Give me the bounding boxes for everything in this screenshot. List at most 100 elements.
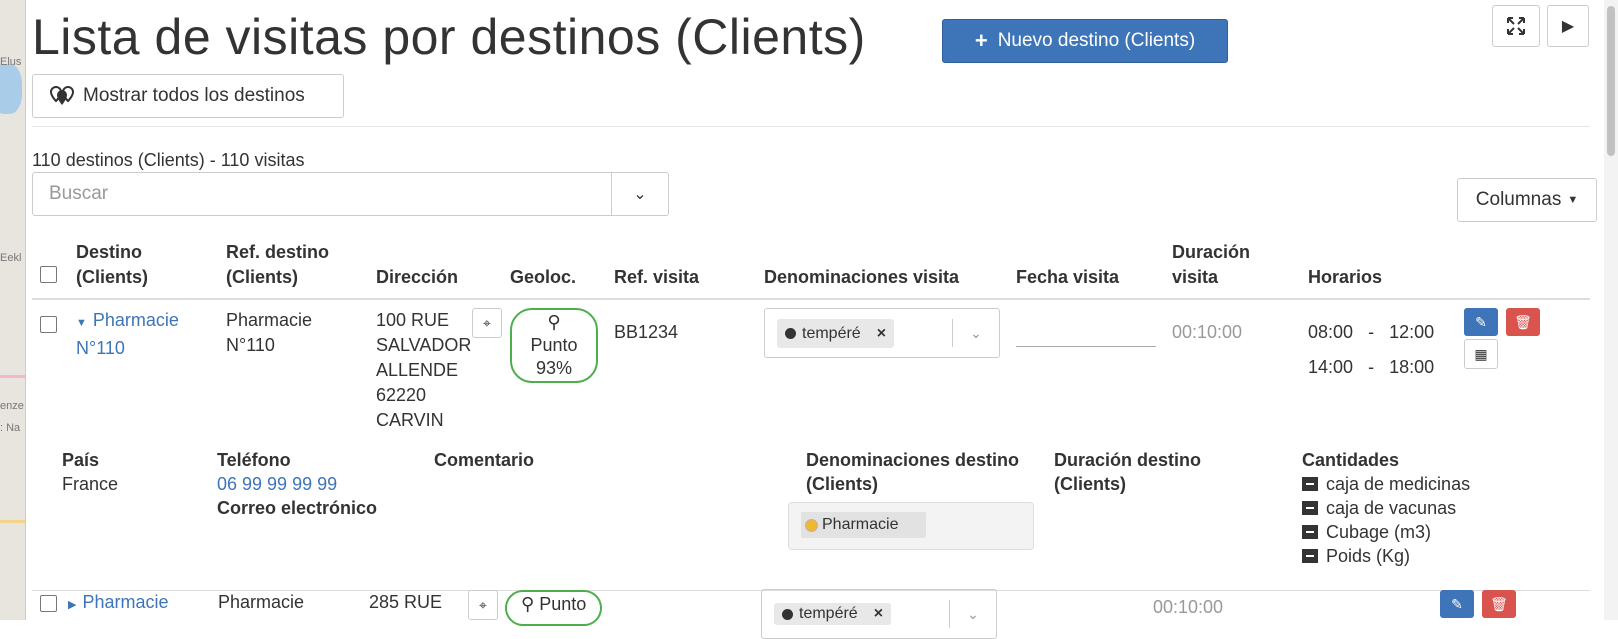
geoloc-percent: 93% xyxy=(535,358,573,378)
search-input[interactable] xyxy=(33,173,611,215)
address-cell: 100 RUE SALVADOR ALLENDE 62220 CARVIN ⌖ xyxy=(368,299,502,441)
map-label: Elus xyxy=(0,56,22,68)
new-destination-label: Nuevo destino (Clients) xyxy=(997,30,1196,51)
search-dropdown-toggle[interactable]: ⌄ xyxy=(611,173,668,215)
row-checkbox[interactable] xyxy=(40,595,57,612)
email-label: Correo electrónico xyxy=(217,498,378,518)
edit-button[interactable]: ✎ xyxy=(1440,590,1474,618)
locate-button[interactable]: ⌖ xyxy=(468,590,498,620)
show-all-label: Mostrar todos los destinos xyxy=(83,85,305,106)
visit-tags-select[interactable]: tempéré × ⌄ xyxy=(761,589,997,639)
show-all-destinations-button[interactable]: Mostrar todos los destinos xyxy=(32,74,344,118)
box-icon xyxy=(1302,477,1318,491)
geoloc-cell: ⚲ Punto 93% xyxy=(502,299,606,441)
geoloc-badge[interactable]: ⚲ Punto xyxy=(505,590,603,626)
fullscreen-button[interactable] xyxy=(1492,5,1540,47)
caret-down-icon: ▼ xyxy=(1567,194,1579,206)
visit-tags-select[interactable]: tempéré × ⌄ xyxy=(764,308,1000,358)
new-destination-button[interactable]: + Nuevo destino (Clients) xyxy=(942,19,1228,63)
destination-name: Pharmacie xyxy=(82,592,169,612)
destination-tag-chip: Pharmacie xyxy=(801,512,927,538)
schedule-end: 12:00 xyxy=(1389,322,1435,342)
destination-ref-cell: Pharmacie N°110 xyxy=(226,310,313,355)
quantities-block: Cantidades caja de medicinas caja de vac… xyxy=(1302,448,1470,568)
schedule-separator: - xyxy=(1368,357,1375,377)
quantity-label: caja de vacunas xyxy=(1326,498,1457,518)
header-visit-tags[interactable]: Denominaciones visita xyxy=(756,238,1008,300)
destination-link[interactable]: ▼ Pharmacie N°110 xyxy=(76,310,179,358)
destination-name: Pharmacie N°110 xyxy=(76,310,179,358)
results-summary: 110 destinos (Clients) - 110 visitas xyxy=(32,150,305,170)
actions-cell: ✎ 🗑 ▦ xyxy=(1456,299,1590,441)
header-actions xyxy=(1456,238,1590,300)
tag-color-dot xyxy=(782,608,793,620)
visit-duration: 00:10:00 xyxy=(1153,597,1224,617)
schedule-slot: 14:00 - 18:00 xyxy=(1308,355,1448,380)
header-visit-date[interactable]: Fecha visita xyxy=(1008,238,1164,300)
visit-tags-cell: tempéré × ⌄ xyxy=(756,299,1008,441)
scrollbar-thumb[interactable] xyxy=(1607,6,1615,156)
tag-chip: tempéré × xyxy=(774,603,892,625)
header-visit-duration[interactable]: Duración visita xyxy=(1164,238,1300,300)
destination-details: País France Teléfono 06 99 99 99 99 Corr… xyxy=(32,440,1590,590)
visit-date-cell xyxy=(1008,299,1164,441)
header-visit-ref[interactable]: Ref. visita xyxy=(606,238,756,300)
edit-button[interactable]: ✎ xyxy=(1464,308,1498,336)
box-icon xyxy=(1302,525,1318,539)
map-markers-icon xyxy=(49,86,75,105)
columns-button[interactable]: Columnas ▼ xyxy=(1457,178,1597,222)
delete-button[interactable]: 🗑 xyxy=(1506,308,1540,336)
geoloc-badge[interactable]: ⚲ Punto 93% xyxy=(510,308,598,383)
map-road xyxy=(0,375,25,378)
quantity-item: Poids (Kg) xyxy=(1302,544,1470,568)
row-checkbox[interactable] xyxy=(40,316,57,333)
schedules-cell: 08:00 - 12:00 14:00 - 18:00 xyxy=(1300,299,1456,441)
chevron-down-icon: ⌄ xyxy=(633,186,647,203)
page-scrollbar[interactable] xyxy=(1604,0,1618,620)
header-destination[interactable]: Destino (Clients) xyxy=(68,238,218,300)
comment-block: Comentario xyxy=(434,448,534,472)
box-icon xyxy=(1302,501,1318,515)
map-pin-icon: ⚲ xyxy=(521,594,535,614)
country-label: País xyxy=(62,450,100,470)
edit-icon: ✎ xyxy=(1451,595,1463,612)
country-block: País France xyxy=(62,448,118,496)
chevron-down-icon[interactable]: ⌄ xyxy=(953,321,999,346)
schedule-separator: - xyxy=(1368,322,1375,342)
header-geoloc[interactable]: Geoloc. xyxy=(502,238,606,300)
destination-tags-block: Denominaciones destino (Clients) Pharmac… xyxy=(788,448,1046,550)
calendar-button[interactable]: ▦ xyxy=(1464,339,1498,369)
locate-button[interactable]: ⌖ xyxy=(472,308,502,338)
tag-color-dot xyxy=(805,518,818,532)
address-line: 100 RUE xyxy=(376,310,450,330)
trash-icon: 🗑 xyxy=(1490,595,1508,612)
map-lake xyxy=(0,64,22,114)
map-strip[interactable]: Elus Eekl enze : Na xyxy=(0,0,26,620)
header-address[interactable]: Dirección xyxy=(368,238,502,300)
destination-cell: ▼ Pharmacie N°110 xyxy=(68,299,218,441)
edit-icon: ✎ xyxy=(1475,313,1487,330)
visit-date-input[interactable] xyxy=(1016,308,1156,347)
collapse-panel-button[interactable]: ▶ xyxy=(1547,5,1589,47)
visit-ref: BB1234 xyxy=(614,322,679,342)
tag-chip: tempéré × xyxy=(777,318,895,348)
remove-tag-icon[interactable]: × xyxy=(874,605,883,623)
visit-duration: 00:10:00 xyxy=(1172,322,1243,342)
phone-link[interactable]: 06 99 99 99 99 xyxy=(217,474,337,494)
calendar-icon: ▦ xyxy=(1474,345,1488,362)
delete-button[interactable]: 🗑 xyxy=(1482,590,1516,618)
select-all-checkbox[interactable] xyxy=(40,266,57,283)
phone-block: Teléfono 06 99 99 99 99 Correo electróni… xyxy=(217,448,377,520)
tag-label: tempéré xyxy=(799,605,858,622)
remove-tag-icon[interactable]: × xyxy=(877,321,886,346)
quantity-item: Cubage (m3) xyxy=(1302,520,1470,544)
destination-link[interactable]: ▶ Pharmacie xyxy=(68,592,169,613)
header-schedules[interactable]: Horarios xyxy=(1300,238,1456,300)
row-select-cell xyxy=(32,299,68,441)
columns-label: Columnas xyxy=(1475,189,1562,210)
divider xyxy=(32,126,1590,127)
schedule-end: 18:00 xyxy=(1389,357,1435,377)
geoloc-label: Punto xyxy=(539,594,587,614)
header-destination-ref[interactable]: Ref. destino (Clients) xyxy=(218,238,368,300)
address-lines: 100 RUE SALVADOR ALLENDE 62220 CARVIN xyxy=(376,308,471,433)
